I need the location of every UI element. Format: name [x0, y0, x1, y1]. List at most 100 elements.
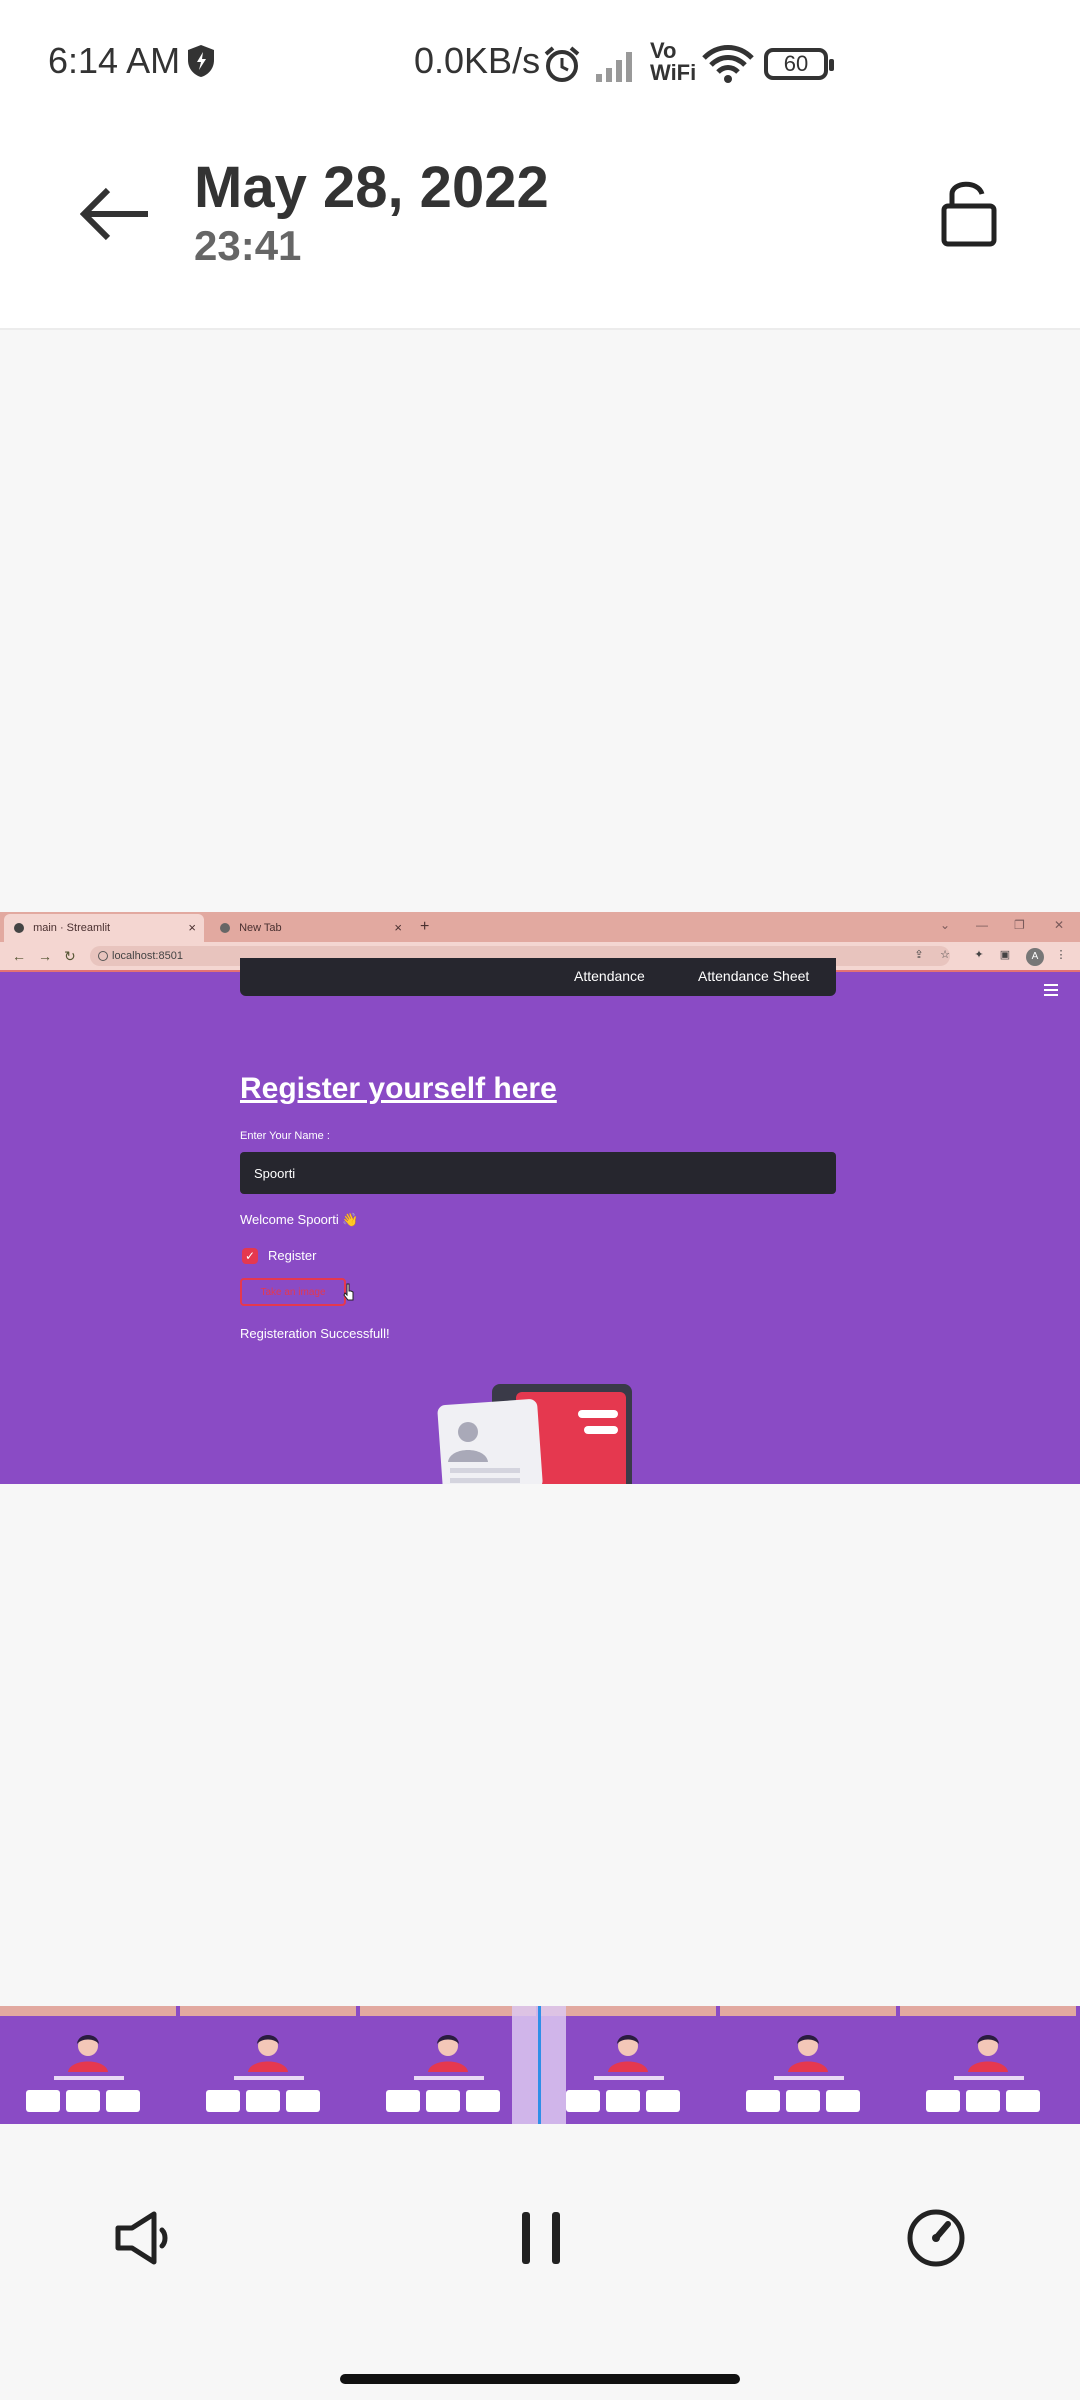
- nav-link-attendance[interactable]: Attendance: [574, 968, 645, 984]
- streamlit-icon: [14, 923, 24, 934]
- share-icon[interactable]: ⇪: [912, 948, 926, 962]
- timeline-frame[interactable]: [180, 2006, 356, 2124]
- mouse-cursor-icon: [343, 1283, 354, 1301]
- checkbox-label: Register: [268, 1248, 317, 1263]
- frame-button: [106, 2090, 140, 2112]
- frame-tabbar: [0, 2006, 176, 2016]
- avatar-illustration-icon: [788, 2035, 828, 2072]
- status-time: 6:14 AM: [48, 40, 181, 81]
- playhead-marker[interactable]: [538, 2006, 541, 2124]
- tab-label: main · Streamlit: [33, 922, 111, 935]
- frame-caption: [954, 2076, 1024, 2080]
- menu-dots-icon[interactable]: ⋮: [1054, 948, 1068, 962]
- name-input[interactable]: [240, 1152, 836, 1194]
- frame-button: [746, 2090, 780, 2112]
- timeline-frame[interactable]: [360, 2006, 536, 2124]
- viewer-header: May 28, 2022 23:41: [0, 120, 1080, 330]
- minimize-icon[interactable]: —: [976, 914, 988, 936]
- wifi-icon: [702, 45, 754, 83]
- frame-button: [966, 2090, 1000, 2112]
- welcome-message: Welcome Spoorti 👋: [240, 1212, 359, 1227]
- timeline-frame[interactable]: [540, 2006, 716, 2124]
- site-info-icon: [98, 951, 108, 961]
- shield-icon: [188, 45, 214, 77]
- frame-tabbar: [900, 2006, 1076, 2016]
- frame-caption: [594, 2076, 664, 2080]
- browser-tab-bar: main · Streamlit × New Tab × + ⌄ — ❐ ✕: [0, 912, 1080, 942]
- back-icon[interactable]: ←: [12, 946, 26, 966]
- frame-button: [206, 2090, 240, 2112]
- battery-indicator: 60: [764, 48, 834, 80]
- frame-tabbar: [720, 2006, 896, 2016]
- status-bar: 6:14 AM 0.0KB/s Vo WiFi 60: [0, 0, 1080, 120]
- frame-tabbar: [180, 2006, 356, 2016]
- frame-button: [286, 2090, 320, 2112]
- url-text: localhost:8501: [112, 950, 183, 962]
- frame-button: [386, 2090, 420, 2112]
- vowifi-icon: Vo WiFi: [650, 40, 696, 84]
- frame-button: [926, 2090, 960, 2112]
- frame-button: [606, 2090, 640, 2112]
- recording-frame: main · Streamlit × New Tab × + ⌄ — ❐ ✕ ←…: [0, 912, 1080, 1484]
- volume-icon[interactable]: [114, 2208, 174, 2268]
- frame-button: [246, 2090, 280, 2112]
- avatar-illustration-icon: [248, 2035, 288, 2072]
- timeline-frame[interactable]: [720, 2006, 896, 2124]
- frame-caption: [774, 2076, 844, 2080]
- frame-button: [646, 2090, 680, 2112]
- timeline-frame[interactable]: [0, 2006, 176, 2124]
- frame-button: [66, 2090, 100, 2112]
- pause-icon[interactable]: [518, 2210, 564, 2266]
- new-tab-button[interactable]: +: [420, 914, 429, 940]
- recording-time: 23:41: [194, 222, 302, 269]
- id-card-illustration: [437, 1384, 632, 1484]
- take-image-button[interactable]: Take an image: [240, 1278, 346, 1306]
- frame-caption: [54, 2076, 124, 2080]
- frame-caption: [414, 2076, 484, 2080]
- frame-button: [26, 2090, 60, 2112]
- tab-new-tab[interactable]: New Tab ×: [210, 914, 410, 942]
- tab-search-icon[interactable]: ⌄: [940, 914, 950, 936]
- success-message: Registeration Successfull!: [240, 1326, 390, 1341]
- checkmark-icon: ✓: [242, 1248, 258, 1264]
- sidepanel-icon[interactable]: ▣: [998, 948, 1012, 962]
- app-nav-bar: Attendance Attendance Sheet: [240, 958, 836, 996]
- back-arrow-icon[interactable]: [80, 184, 152, 244]
- reload-icon[interactable]: ↻: [64, 946, 76, 966]
- avatar-illustration-icon: [968, 2035, 1008, 2072]
- frame-caption: [234, 2076, 304, 2080]
- name-field-label: Enter Your Name :: [240, 1130, 330, 1142]
- frame-tabbar: [540, 2006, 716, 2016]
- speed-icon[interactable]: [906, 2208, 966, 2268]
- tab-label: New Tab: [239, 922, 282, 935]
- avatar-illustration-icon: [608, 2035, 648, 2072]
- recording-date: May 28, 2022: [194, 155, 549, 220]
- frame-button: [566, 2090, 600, 2112]
- tab-close-icon[interactable]: ×: [188, 914, 196, 942]
- alarm-icon: [544, 46, 580, 82]
- extensions-icon[interactable]: ✦: [972, 948, 986, 962]
- page-heading: Register yourself here: [240, 1072, 557, 1105]
- tab-streamlit[interactable]: main · Streamlit ×: [4, 914, 204, 942]
- star-icon[interactable]: ☆: [938, 948, 952, 962]
- hamburger-menu-icon[interactable]: [1044, 984, 1058, 996]
- nav-link-attendance-sheet[interactable]: Attendance Sheet: [698, 968, 809, 984]
- forward-icon[interactable]: →: [38, 946, 52, 966]
- avatar-illustration-icon: [68, 2035, 108, 2072]
- frame-button: [466, 2090, 500, 2112]
- frame-tabbar: [360, 2006, 536, 2016]
- unlock-icon[interactable]: [938, 176, 1000, 248]
- restore-icon[interactable]: ❐: [1014, 914, 1025, 936]
- frame-button: [1006, 2090, 1040, 2112]
- close-window-icon[interactable]: ✕: [1054, 914, 1064, 936]
- vowifi-line1: Vo: [650, 38, 677, 63]
- frame-button: [426, 2090, 460, 2112]
- vowifi-line2: WiFi: [650, 60, 697, 85]
- home-indicator[interactable]: [340, 2374, 740, 2384]
- timeline-frame[interactable]: [900, 2006, 1076, 2124]
- avatar-illustration-icon: [428, 2035, 468, 2072]
- tab-close-icon[interactable]: ×: [394, 914, 402, 942]
- frame-button: [826, 2090, 860, 2112]
- frame-button: [786, 2090, 820, 2112]
- avatar[interactable]: A: [1026, 948, 1044, 966]
